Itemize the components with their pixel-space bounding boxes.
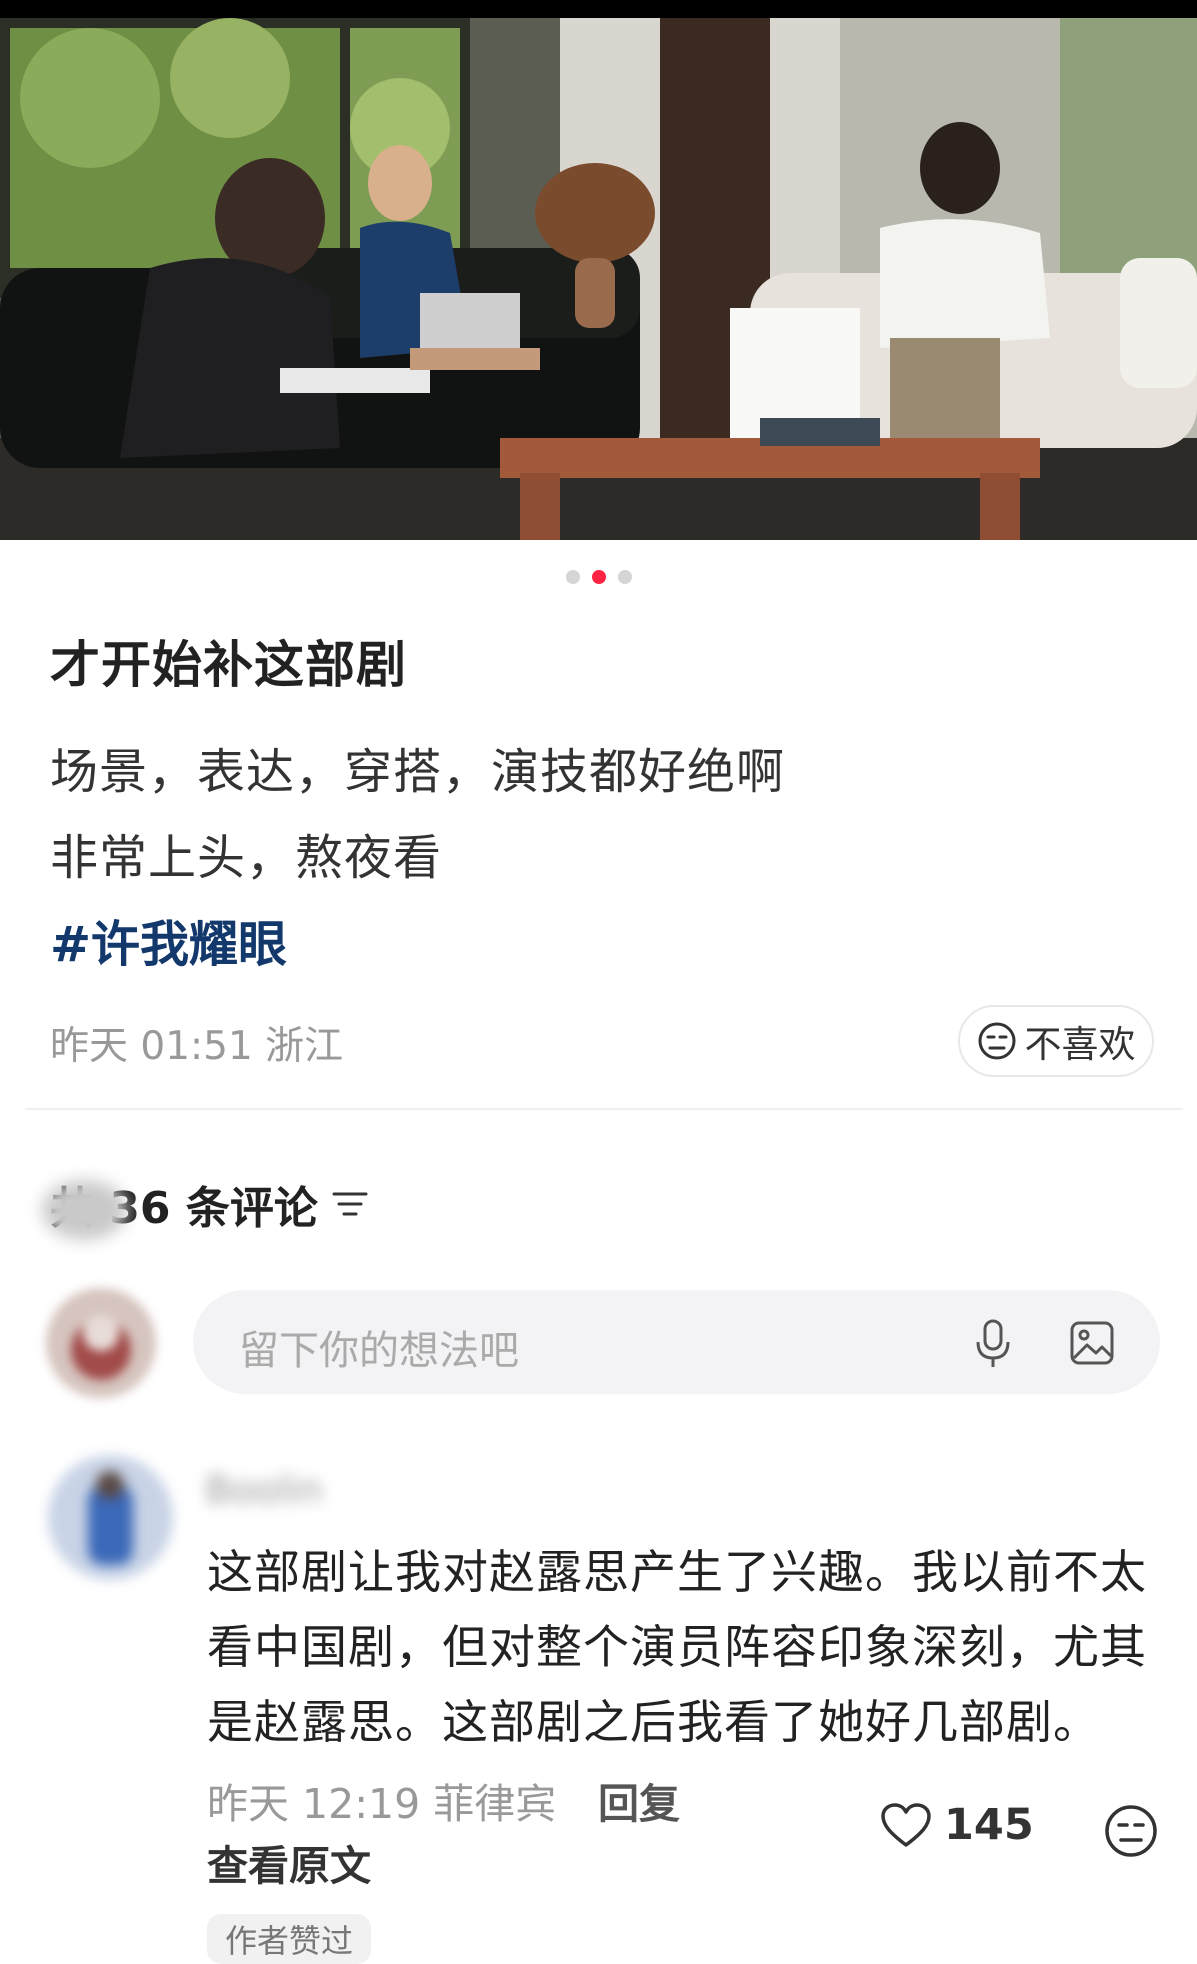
heart-icon	[881, 1803, 931, 1847]
my-avatar[interactable]	[46, 1288, 156, 1398]
section-divider	[25, 1108, 1183, 1110]
post-body-line: 场景，表达，穿搭，演技都好绝啊	[50, 744, 786, 800]
neutral-face-icon[interactable]	[1104, 1804, 1158, 1858]
comment-input[interactable]: 留下你的想法吧	[193, 1290, 1160, 1394]
carousel-dot[interactable]	[565, 570, 580, 584]
neutral-face-icon	[978, 1022, 1015, 1060]
like-count: 145	[944, 1800, 1034, 1850]
comment-username[interactable]: Boolin	[205, 1468, 323, 1512]
status-bar	[0, 0, 1197, 18]
comment-avatar[interactable]	[48, 1455, 173, 1580]
like-button[interactable]: 145	[880, 1800, 1034, 1850]
microphone-icon[interactable]	[973, 1318, 1013, 1370]
post-body-line: 非常上头，熬夜看	[50, 830, 443, 886]
carousel-dot-active[interactable]	[591, 570, 606, 584]
dislike-button[interactable]: 不喜欢	[958, 1005, 1154, 1077]
dislike-label: 不喜欢	[1024, 1023, 1136, 1066]
image-icon[interactable]	[1069, 1320, 1115, 1366]
carousel-indicator	[0, 570, 1197, 586]
comment-text: 这部剧让我对赵露思产生了兴趣。我以前不太看中国剧，但对整个演员阵容印象深刻，尤其…	[207, 1545, 1147, 1749]
reply-button[interactable]: 回复	[598, 1770, 680, 1830]
author-liked-badge: 作者赞过	[207, 1914, 372, 1964]
post-meta: 昨天 01:51 浙江	[50, 1024, 344, 1069]
view-original-link[interactable]: 查看原文	[207, 1832, 371, 1892]
carousel-dot[interactable]	[617, 570, 632, 584]
post-image-carousel[interactable]	[0, 18, 1197, 540]
sort-lines-icon[interactable]	[332, 1189, 368, 1219]
post-hashtag[interactable]: #许我耀眼	[50, 905, 287, 976]
comment-input-placeholder: 留下你的想法吧	[239, 1328, 519, 1374]
blur-overlay	[42, 1180, 127, 1240]
post-image	[0, 18, 1197, 540]
comment-meta: 昨天 12:19 菲律宾	[207, 1780, 557, 1828]
post-title: 才开始补这部剧	[50, 636, 407, 694]
